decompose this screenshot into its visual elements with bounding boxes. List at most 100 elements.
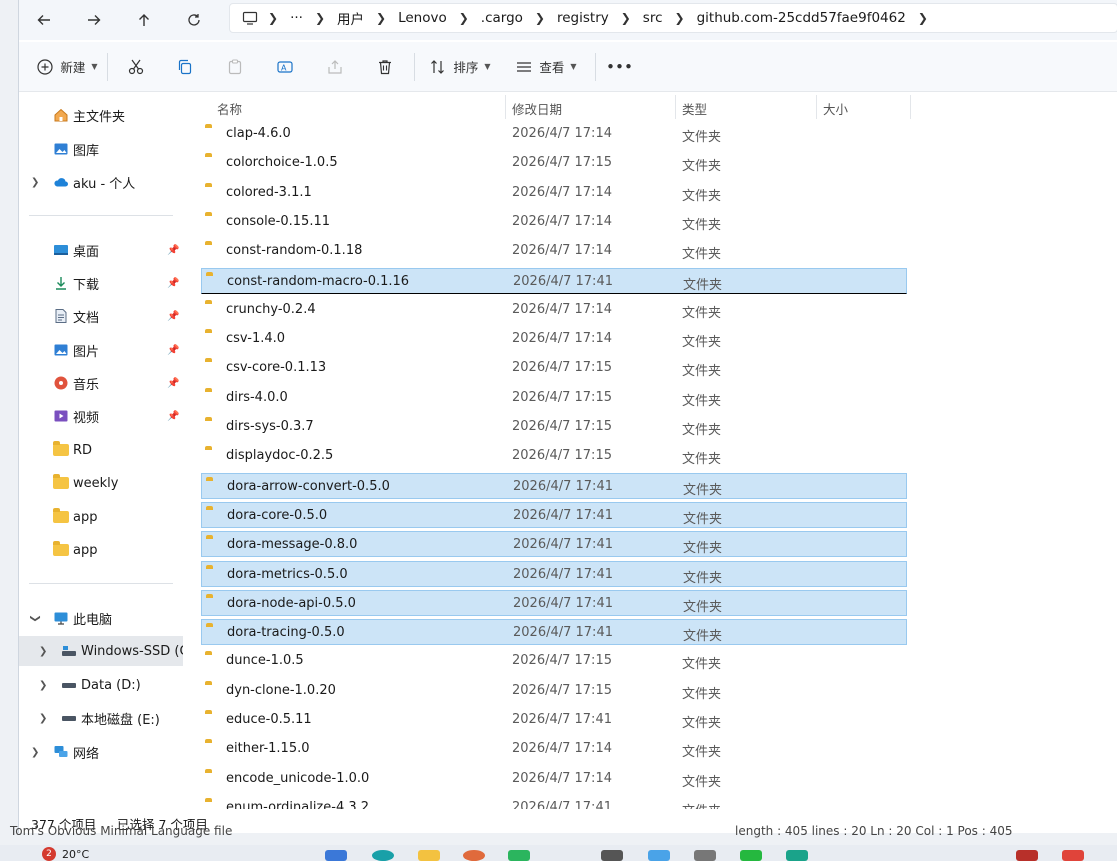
breadcrumb-more[interactable]: ··· [280,10,313,26]
file-row[interactable]: dora-metrics-0.5.0 2026/4/7 17:41 文件夹 [201,560,907,587]
app-icon[interactable] [372,850,394,861]
nav-item-onedrive[interactable]: ❯ aku - 个人 [19,167,183,197]
nav-item-pictures[interactable]: 图片 📌 [19,335,183,365]
pin-icon[interactable]: 📌 [167,311,179,322]
wechat-icon[interactable] [740,850,762,861]
nav-item-app[interactable]: app [19,502,183,532]
file-row[interactable]: dora-core-0.5.0 2026/4/7 17:41 文件夹 [201,501,907,528]
pin-icon[interactable]: 📌 [167,378,179,389]
file-row[interactable]: csv-1.4.0 2026/4/7 17:14 文件夹 [201,326,907,352]
column-divider[interactable] [816,95,817,119]
view-button[interactable]: 查看 ▼ [501,49,591,85]
chevron-right-icon[interactable]: ❯ [39,680,47,691]
nav-item-drive-d[interactable]: ❯ Data (D:) [19,670,183,700]
app-icon[interactable] [1062,850,1084,861]
nav-item-this-pc[interactable]: ❯ 此电脑 [19,603,183,633]
column-header-name[interactable]: 名称 [217,99,242,118]
breadcrumb[interactable]: ❯ ··· ❯ 用户 ❯ Lenovo ❯ .cargo ❯ registry … [229,3,1117,33]
nav-item-drive-c[interactable]: ❯ Windows-SSD (C [19,636,183,666]
delete-button[interactable] [360,49,410,85]
app-icon[interactable] [463,850,485,861]
nav-item-drive-e[interactable]: ❯ 本地磁盘 (E:) [19,703,183,733]
nav-item-app-2[interactable]: app [19,535,183,565]
column-divider[interactable] [675,95,676,119]
chevron-right-icon[interactable]: ❯ [31,177,39,188]
file-row[interactable]: dirs-sys-0.3.7 2026/4/7 17:15 文件夹 [201,414,907,440]
file-row[interactable]: dora-node-api-0.5.0 2026/4/7 17:41 文件夹 [201,589,907,616]
file-explorer-icon[interactable] [418,850,440,861]
file-row[interactable]: dunce-1.0.5 2026/4/7 17:15 文件夹 [201,648,907,674]
breadcrumb-registry[interactable]: registry [547,10,619,26]
column-divider[interactable] [910,95,911,119]
refresh-button[interactable] [169,3,219,37]
chevron-down-icon[interactable]: ❯ [30,614,41,622]
file-row[interactable]: const-random-macro-0.1.16 2026/4/7 17:41 文… [201,267,907,294]
column-header-type[interactable]: 类型 [682,99,707,118]
nav-item-documents[interactable]: 文档 📌 [19,301,183,331]
copy-button[interactable] [160,49,210,85]
share-button[interactable] [310,49,360,85]
nav-item-gallery[interactable]: 图库 [19,134,183,164]
cut-button[interactable] [112,49,160,85]
file-row[interactable]: dora-message-0.8.0 2026/4/7 17:41 文件夹 [201,531,907,558]
rename-button[interactable]: A [260,49,310,85]
breadcrumb-src[interactable]: src [633,10,673,26]
file-row[interactable]: const-random-0.1.18 2026/4/7 17:14 文件夹 [201,238,907,264]
file-row[interactable]: either-1.15.0 2026/4/7 17:14 文件夹 [201,736,907,762]
app-icon[interactable] [508,850,530,861]
column-header-size[interactable]: 大小 [823,99,848,118]
column-header-date[interactable]: 修改日期 [512,99,562,118]
file-row[interactable]: educe-0.5.11 2026/4/7 17:41 文件夹 [201,707,907,733]
nav-item-videos[interactable]: 视频 📌 [19,401,183,431]
pin-icon[interactable]: 📌 [167,345,179,356]
nav-item-network[interactable]: ❯ 网络 [19,737,183,767]
breadcrumb-lenovo[interactable]: Lenovo [388,10,457,26]
chevron-right-icon[interactable]: ❯ [39,713,47,724]
nav-item-rd[interactable]: RD [19,435,183,465]
start-icon[interactable] [325,850,347,861]
nav-item-music[interactable]: 音乐 📌 [19,368,183,398]
file-date: 2026/4/7 17:41 [513,566,613,582]
file-row[interactable]: clap-4.6.0 2026/4/7 17:14 文件夹 [201,121,907,147]
paste-button[interactable] [210,49,260,85]
file-row[interactable]: colored-3.1.1 2026/4/7 17:14 文件夹 [201,180,907,206]
breadcrumb-users[interactable]: 用户 [327,8,374,28]
app-icon[interactable] [601,850,623,861]
pin-icon[interactable]: 📌 [167,411,179,422]
forward-button[interactable] [69,3,119,37]
nav-item-desktop[interactable]: 桌面 📌 [19,235,183,265]
sort-button[interactable]: 排序 ▼ [419,49,501,85]
up-button[interactable] [119,3,169,37]
file-type: 文件夹 [683,570,723,586]
file-row[interactable]: dyn-clone-1.0.20 2026/4/7 17:15 文件夹 [201,678,907,704]
app-icon[interactable] [1016,850,1038,861]
file-row[interactable]: crunchy-0.2.4 2026/4/7 17:14 文件夹 [201,297,907,323]
more-options-button[interactable]: ••• [600,49,640,85]
pin-icon[interactable]: 📌 [167,278,179,289]
breadcrumb-cargo[interactable]: .cargo [471,10,533,26]
app-icon[interactable] [786,850,808,861]
nav-item-weekly[interactable]: weekly [19,468,183,498]
file-row[interactable]: dora-arrow-convert-0.5.0 2026/4/7 17:41 文件… [201,472,907,499]
file-row[interactable]: dora-tracing-0.5.0 2026/4/7 17:41 文件夹 [201,619,907,646]
file-row[interactable]: dirs-4.0.0 2026/4/7 17:15 文件夹 [201,385,907,411]
new-button[interactable]: 新建 ▼ [31,49,103,85]
app-icon[interactable] [648,850,670,861]
file-row[interactable]: displaydoc-0.2.5 2026/4/7 17:15 文件夹 [201,443,907,469]
back-button[interactable] [19,3,69,37]
breadcrumb-current[interactable]: github.com-25cdd57fae9f0462 [687,10,916,26]
file-row[interactable]: encode_unicode-1.0.0 2026/4/7 17:14 文件夹 [201,766,907,792]
chevron-right-icon[interactable]: ❯ [39,646,47,657]
chevron-right-icon[interactable]: ❯ [916,11,930,25]
file-row[interactable]: console-0.15.11 2026/4/7 17:14 文件夹 [201,209,907,235]
app-icon[interactable] [694,850,716,861]
nav-item-home[interactable]: 主文件夹 [19,100,183,130]
file-row[interactable]: csv-core-0.1.13 2026/4/7 17:15 文件夹 [201,355,907,381]
file-row[interactable]: colorchoice-1.0.5 2026/4/7 17:15 文件夹 [201,150,907,176]
nav-item-downloads[interactable]: 下载 📌 [19,268,183,298]
chevron-right-icon[interactable]: ❯ [31,747,39,758]
column-divider[interactable] [505,95,506,119]
file-row[interactable]: enum-ordinalize-4.3.2 2026/4/7 17:41 文件夹 [201,795,907,809]
pin-icon[interactable]: 📌 [167,245,179,256]
weather-widget[interactable]: 2 20°C [42,847,89,861]
